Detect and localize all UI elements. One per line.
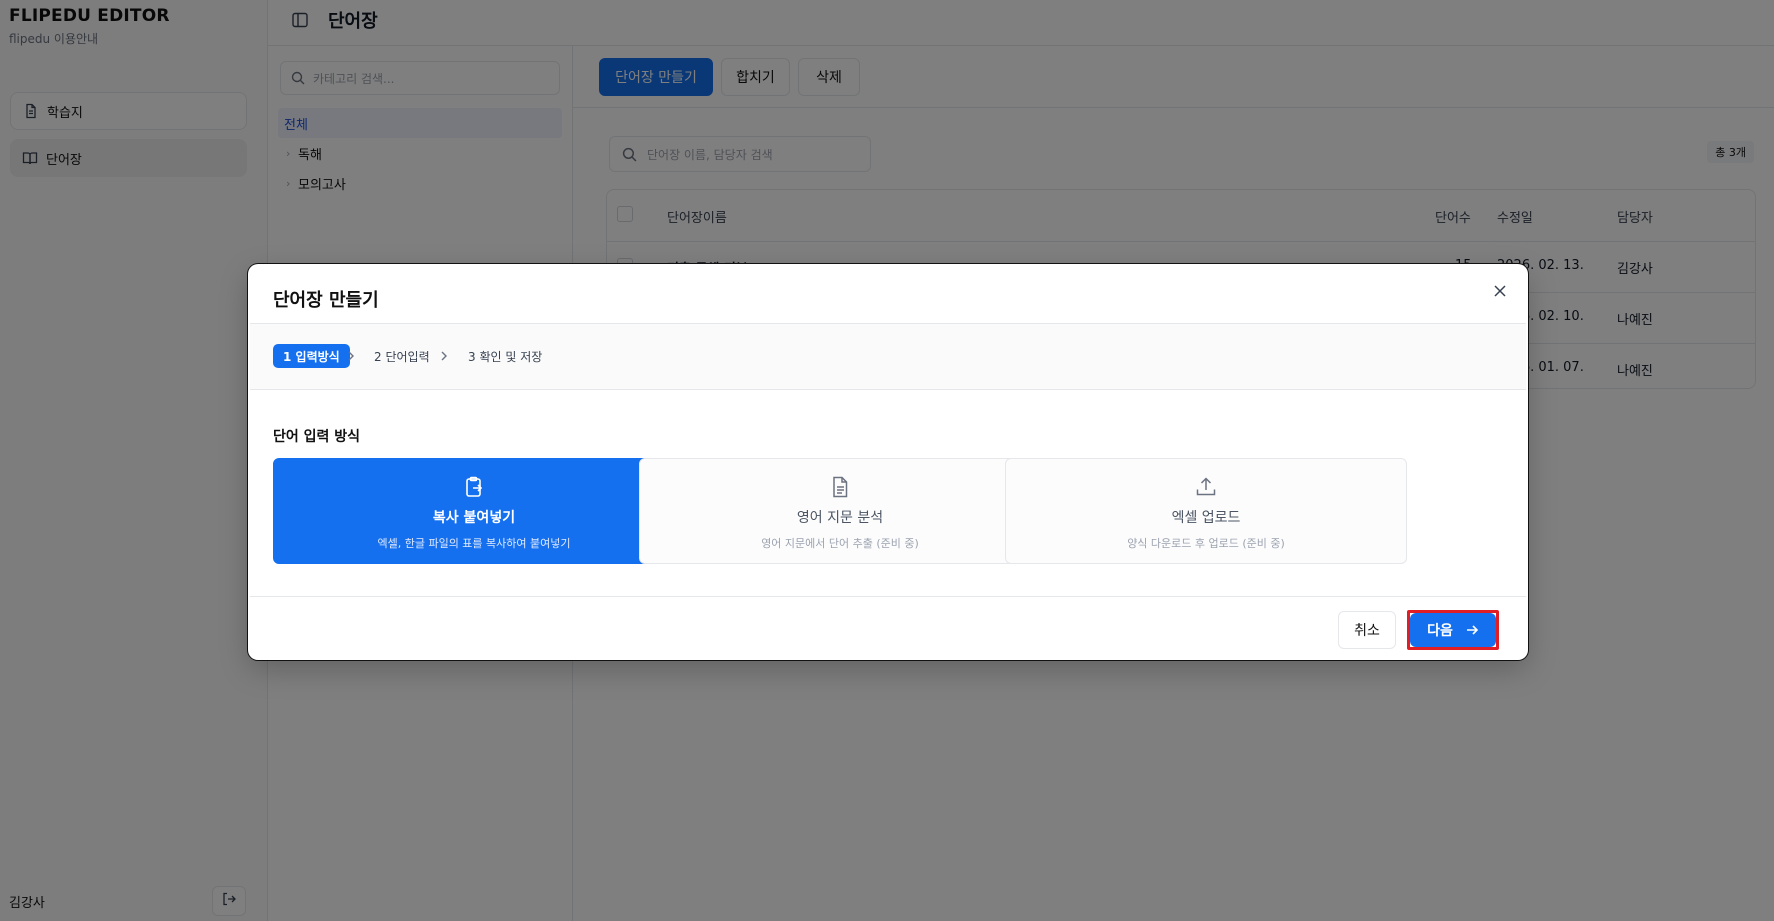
- option-title: 복사 붙여넣기: [432, 510, 516, 526]
- next-button[interactable]: 다음: [1410, 613, 1496, 647]
- chevron-right-icon: [437, 347, 451, 365]
- divider: [250, 596, 1526, 597]
- option-title: 영어 지문 분석: [796, 510, 884, 526]
- clipboard-paste-icon: [462, 475, 486, 499]
- chevron-right-icon: [344, 347, 358, 365]
- file-text-icon: [828, 475, 852, 499]
- option-copy-paste[interactable]: 복사 붙여넣기 엑셀, 한글 파일의 표를 복사하여 붙여넣기: [273, 458, 675, 564]
- create-vocab-modal: 단어장 만들기 1 입력방식 2 단어입력 3 확인 및 저장 단어 입력 방식…: [250, 266, 1526, 658]
- modal-title: 단어장 만들기: [273, 290, 379, 311]
- cancel-button[interactable]: 취소: [1338, 611, 1396, 649]
- step-3-confirm-save: 3 확인 및 저장: [468, 349, 543, 364]
- close-icon: [1493, 283, 1507, 302]
- option-excel-upload[interactable]: 엑셀 업로드 양식 다운로드 후 업로드 (준비 중): [1005, 458, 1407, 564]
- close-button[interactable]: [1489, 281, 1511, 303]
- option-description: 엑셀, 한글 파일의 표를 복사하여 붙여넣기: [377, 537, 571, 550]
- arrow-right-icon: [1465, 623, 1479, 637]
- step-1-input-method: 1 입력방식: [273, 344, 350, 368]
- next-button-label: 다음: [1427, 623, 1453, 639]
- option-english-passage[interactable]: 영어 지문 분석 영어 지문에서 단어 추출 (준비 중): [639, 458, 1041, 564]
- upload-icon: [1194, 475, 1218, 499]
- step-indicator: 1 입력방식 2 단어입력 3 확인 및 저장: [250, 324, 1526, 390]
- input-method-label: 단어 입력 방식: [273, 429, 361, 445]
- option-title: 엑셀 업로드: [1171, 510, 1241, 526]
- option-description: 양식 다운로드 후 업로드 (준비 중): [1127, 537, 1285, 550]
- option-description: 영어 지문에서 단어 추출 (준비 중): [761, 537, 919, 550]
- step-2-word-input: 2 단어입력: [374, 349, 430, 364]
